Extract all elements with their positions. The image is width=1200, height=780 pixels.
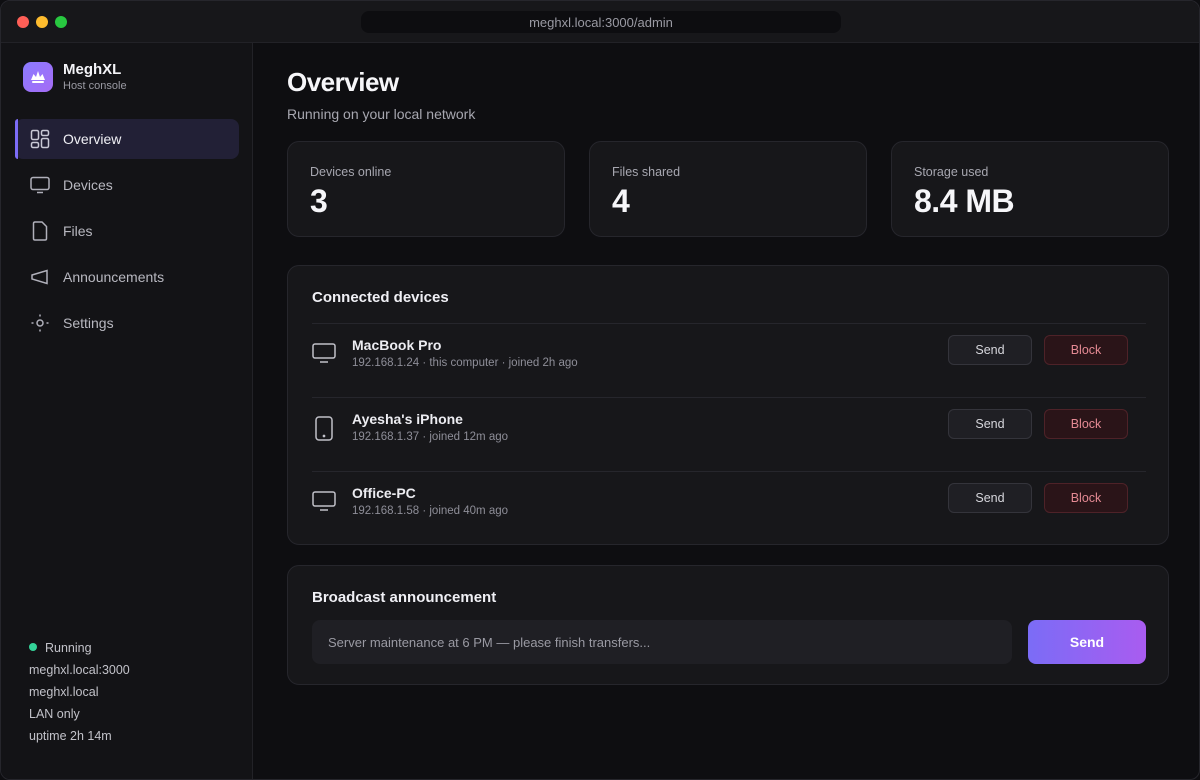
brand-subtitle: Host console: [63, 80, 127, 92]
brand-name: MeghXL: [63, 61, 122, 78]
announcement-input[interactable]: Server maintenance at 6 PM — please fini…: [312, 620, 1012, 664]
status-host: meghxl.local:3000: [29, 663, 130, 677]
close-window-button[interactable]: [17, 16, 29, 28]
address-bar[interactable]: meghxl.local:3000/admin: [361, 11, 841, 33]
stat-card-files-shared: Files shared 4: [589, 141, 867, 237]
sidebar-item-settings[interactable]: Settings: [15, 303, 239, 343]
device-meta: 192.168.1.37 · joined 12m ago: [352, 431, 509, 443]
device-meta: 192.168.1.24 · this computer · joined 2h…: [352, 357, 578, 369]
page-title: Overview: [287, 67, 399, 97]
server-status: Running meghxl.local:3000 meghxl.local L…: [29, 637, 130, 747]
stat-label: Files shared: [612, 165, 681, 179]
stat-label: Devices online: [310, 165, 392, 179]
sidebar-item-label: Settings: [63, 315, 114, 331]
stat-value: 4: [612, 183, 630, 219]
status-uptime: uptime 2h 14m: [29, 729, 112, 743]
brand-logo-icon: [23, 62, 53, 92]
sidebar-item-label: Announcements: [63, 269, 165, 285]
app-window: meghxl.local:3000/admin MeghXL Host cons…: [0, 0, 1200, 780]
sidebar-item-announcements[interactable]: Announcements: [15, 257, 239, 297]
sidebar-item-devices[interactable]: Devices: [15, 165, 239, 205]
sidebar-item-files[interactable]: Files: [15, 211, 239, 251]
sidebar-item-label: Files: [63, 223, 93, 239]
device-row: Office-PC 192.168.1.58 · joined 40m ago …: [312, 471, 1146, 545]
send-button[interactable]: Send: [948, 483, 1032, 513]
stat-card-devices-online: Devices online 3: [287, 141, 565, 237]
title-bar: meghxl.local:3000/admin: [1, 1, 1199, 43]
file-icon: [29, 220, 51, 242]
page-subtitle: Running on your local network: [287, 106, 476, 122]
main-content: Overview Running on your local network D…: [254, 43, 1199, 779]
stat-label: Storage used: [914, 165, 989, 179]
block-button[interactable]: Block: [1044, 409, 1128, 439]
sidebar-item-overview[interactable]: Overview: [15, 119, 239, 159]
send-button[interactable]: Send: [948, 409, 1032, 439]
sidebar-item-label: Overview: [63, 131, 122, 147]
device-row: MacBook Pro 192.168.1.24 · this computer…: [312, 323, 1146, 397]
send-button[interactable]: Send: [948, 335, 1032, 365]
broadcast-send-button[interactable]: Send: [1028, 620, 1146, 664]
panel-title: Broadcast announcement: [312, 589, 497, 606]
device-name: MacBook Pro: [352, 337, 442, 353]
sidebar-item-label: Devices: [63, 177, 113, 193]
status-indicator-icon: [29, 643, 37, 651]
device-row: Ayesha's iPhone 192.168.1.37 · joined 12…: [312, 397, 1146, 471]
megaphone-icon: [29, 266, 51, 288]
device-meta: 192.168.1.58 · joined 40m ago: [352, 505, 509, 517]
maximize-window-button[interactable]: [55, 16, 67, 28]
status-state: Running: [45, 641, 92, 655]
sidebar-nav: Overview Devices Files Announcements Set…: [15, 119, 239, 349]
broadcast-panel: Broadcast announcement Server maintenanc…: [287, 565, 1169, 685]
connected-devices-panel: Connected devices MacBook Pro 192.168.1.…: [287, 265, 1169, 545]
device-name: Office-PC: [352, 485, 416, 501]
status-hostname: meghxl.local: [29, 685, 99, 699]
laptop-icon: [312, 342, 336, 366]
grid-icon: [29, 128, 51, 150]
desktop-icon: [312, 490, 336, 514]
device-name: Ayesha's iPhone: [352, 411, 463, 427]
monitor-icon: [29, 174, 51, 196]
phone-icon: [312, 416, 336, 441]
stat-value: 3: [310, 183, 328, 219]
stat-value: 8.4 MB: [914, 183, 1015, 219]
minimize-window-button[interactable]: [36, 16, 48, 28]
status-network: LAN only: [29, 707, 80, 721]
brand: MeghXL Host console: [23, 61, 127, 93]
stat-card-storage-used: Storage used 8.4 MB: [891, 141, 1169, 237]
block-button[interactable]: Block: [1044, 335, 1128, 365]
block-button[interactable]: Block: [1044, 483, 1128, 513]
gear-icon: [29, 312, 51, 334]
panel-title: Connected devices: [312, 289, 449, 306]
sidebar: MeghXL Host console Overview Devices Fil…: [1, 43, 253, 779]
